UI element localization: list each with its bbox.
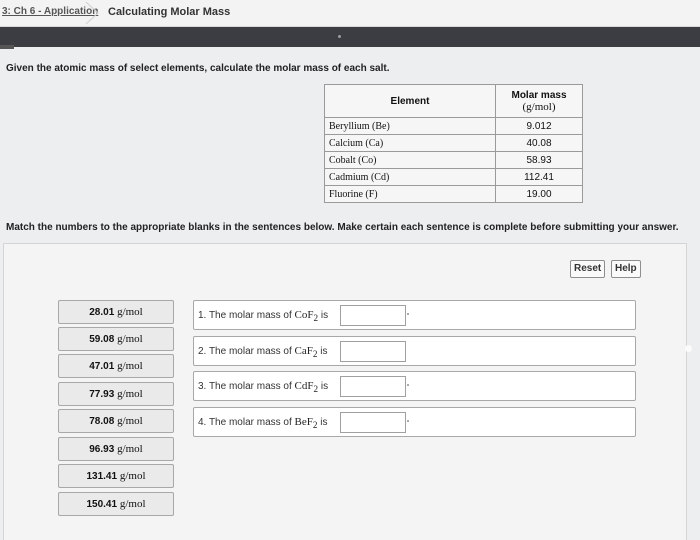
answer-tile[interactable]: 47.01 g/mol — [58, 354, 174, 378]
mass-cell: 19.00 — [495, 185, 583, 203]
table-row: Cobalt (Co) 58.93 — [324, 151, 583, 169]
reset-button[interactable]: Reset — [570, 260, 606, 278]
activity-title: Calculating Molar Mass — [108, 6, 231, 18]
answer-blank-2[interactable] — [340, 341, 406, 362]
column-header-element: Element — [324, 84, 496, 118]
atomic-mass-table: Element Molar mass (g/mol) Beryllium (Be… — [324, 84, 583, 203]
mass-cell: 9.012 — [495, 117, 583, 135]
mass-cell: 40.08 — [495, 134, 583, 152]
sentence-2: 2. The molar mass of CaF2 is — [193, 336, 636, 366]
element-cell: Beryllium (Be) — [324, 117, 496, 135]
element-cell: Calcium (Ca) — [324, 134, 496, 152]
element-cell: Fluorine (F) — [324, 185, 496, 203]
given-instruction: Given the atomic mass of select elements… — [6, 63, 390, 74]
answer-blank-3[interactable] — [340, 376, 406, 397]
answer-tile[interactable]: 78.08 g/mol — [58, 409, 174, 433]
sentence-4: 4. The molar mass of BeF2 is — [193, 407, 636, 437]
table-row: Beryllium (Be) 9.012 — [324, 117, 583, 135]
element-cell: Cadmium (Cd) — [324, 168, 496, 186]
answer-tile[interactable]: 28.01 g/mol — [58, 300, 174, 324]
column-header-molar-mass: Molar mass (g/mol) — [495, 84, 583, 118]
element-cell: Cobalt (Co) — [324, 151, 496, 169]
table-row: Fluorine (F) 19.00 — [324, 185, 583, 203]
answer-blank-1[interactable] — [340, 305, 406, 326]
edge-dot — [685, 345, 692, 352]
molar-mass-label: Molar mass — [511, 89, 567, 101]
header-strip — [0, 27, 700, 47]
answer-tile[interactable]: 59.08 g/mol — [58, 327, 174, 351]
mass-cell: 58.93 — [495, 151, 583, 169]
answer-tile[interactable]: 77.93 g/mol — [58, 382, 174, 406]
molar-mass-unit: (g/mol) — [522, 100, 556, 113]
answer-tile[interactable]: 96.93 g/mol — [58, 437, 174, 461]
table-row: Calcium (Ca) 40.08 — [324, 134, 583, 152]
answer-blank-4[interactable] — [340, 412, 406, 433]
table-row: Cadmium (Cd) 112.41 — [324, 168, 583, 186]
answer-tile[interactable]: 131.41 g/mol — [58, 464, 174, 488]
mass-cell: 112.41 — [495, 168, 583, 186]
chevron-right-icon — [85, 2, 99, 24]
match-instruction: Match the numbers to the appropriate bla… — [6, 222, 679, 233]
answer-tile[interactable]: 150.41 g/mol — [58, 492, 174, 516]
strip-edge-icon — [0, 45, 14, 49]
sentence-3: 3. The molar mass of CdF2 is — [193, 371, 636, 401]
help-button[interactable]: Help — [611, 260, 641, 278]
sentence-1: 1. The molar mass of CoF2 is — [193, 300, 636, 330]
